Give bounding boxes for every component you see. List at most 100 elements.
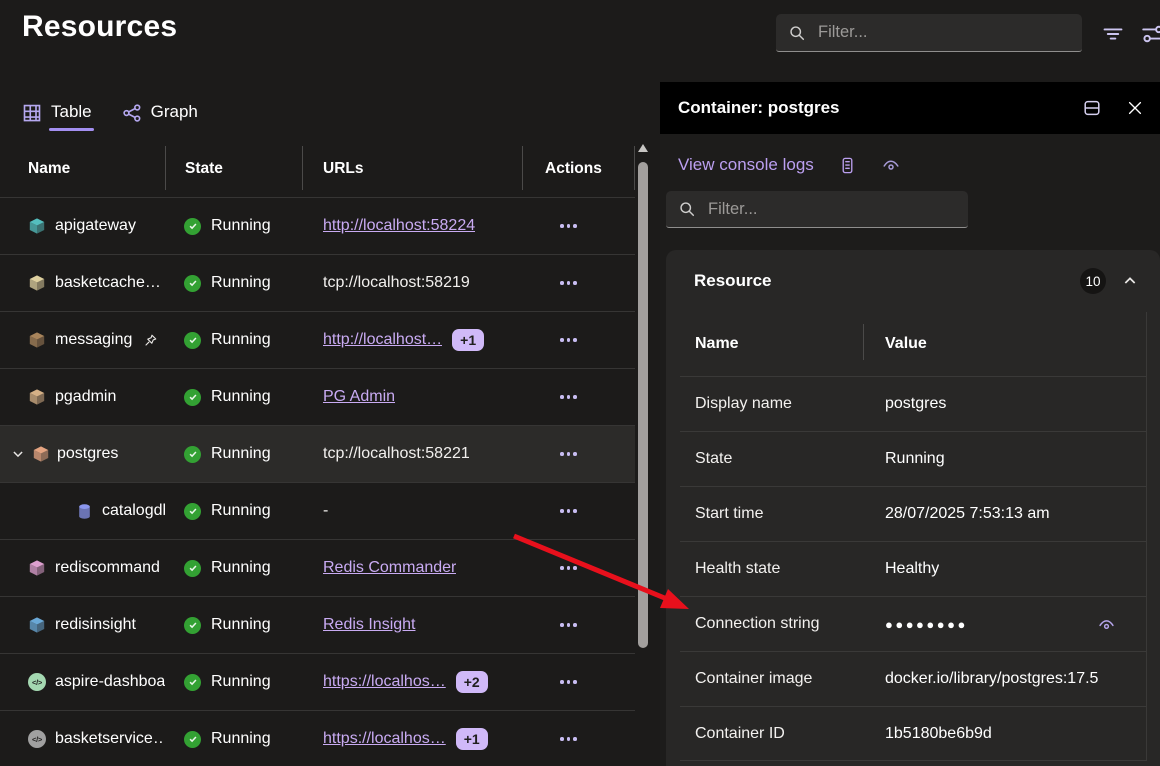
more-urls-badge[interactable]: +1 (456, 728, 488, 750)
more-actions-icon[interactable] (556, 731, 581, 747)
details-table: Name Value Display name postgres State R… (680, 312, 1147, 761)
chevron-down-icon[interactable] (11, 447, 25, 461)
console-log-icon[interactable] (838, 156, 857, 175)
resource-url-link[interactable]: https://localhos… (323, 673, 446, 691)
table-row-redisinsight[interactable]: redisinsight Running Redis Insight (0, 596, 635, 653)
table-scrollbar (636, 142, 650, 766)
col-name: Name (0, 140, 165, 197)
more-urls-badge[interactable]: +1 (452, 329, 484, 351)
detail-row-container-image[interactable]: Container image docker.io/library/postgr… (680, 651, 1146, 706)
tab-table-label: Table (51, 102, 92, 124)
running-check-icon (184, 389, 201, 406)
container-cube-icon (28, 616, 46, 634)
table-row-catalogdb[interactable]: catalogdb Running - (0, 482, 635, 539)
detail-row-display-name[interactable]: Display name postgres (680, 376, 1146, 431)
table-row-rediscommand[interactable]: rediscommand Running Redis Commander (0, 539, 635, 596)
more-actions-icon[interactable] (556, 446, 581, 462)
detail-value: docker.io/library/postgres:17.5 (885, 670, 1098, 688)
database-icon (76, 503, 93, 520)
running-check-icon (184, 674, 201, 691)
table-row-messaging[interactable]: messaging Running http://localhost… +1 (0, 311, 635, 368)
container-cube-icon (28, 331, 46, 349)
resource-state: Running (211, 502, 271, 520)
table-row-pgadmin[interactable]: pgadmin Running PG Admin (0, 368, 635, 425)
panel-filter-input-wrap (666, 191, 968, 228)
more-actions-icon[interactable] (556, 332, 581, 348)
more-actions-icon[interactable] (556, 503, 581, 519)
resource-url-link[interactable]: PG Admin (323, 388, 395, 406)
watch-eye-icon[interactable] (881, 155, 901, 175)
scrollbar-up-arrow[interactable] (638, 144, 648, 152)
resource-name: basketcache… (55, 274, 161, 292)
resources-table-header: Name State URLs Actions (0, 140, 635, 197)
table-row-postgres[interactable]: postgres Running tcp://localhost:58221 (0, 425, 635, 482)
detail-value: 28/07/2025 7:53:13 am (885, 505, 1050, 523)
details-table-header: Name Value (680, 312, 1146, 376)
more-actions-icon[interactable] (556, 389, 581, 405)
resource-url-link[interactable]: Redis Insight (323, 616, 416, 634)
resource-state: Running (211, 673, 271, 691)
detail-col-name: Name (680, 335, 863, 353)
masked-value: ●●●●●●●● (885, 617, 968, 632)
table-row-apigateway[interactable]: apigateway Running http://localhost:5822… (0, 197, 635, 254)
detail-row-state[interactable]: State Running (680, 431, 1146, 486)
col-state: State (165, 140, 302, 197)
close-icon[interactable] (1124, 97, 1146, 119)
table-row-basketservice[interactable]: </> basketservice… Running https://local… (0, 710, 635, 766)
search-icon (678, 200, 696, 218)
running-check-icon (184, 332, 201, 349)
tab-graph[interactable]: Graph (122, 102, 198, 124)
table-row-basketcache[interactable]: basketcache… Running tcp://localhost:582… (0, 254, 635, 311)
table-row-aspire-dashboard[interactable]: </> aspire-dashboar Running https://loca… (0, 653, 635, 710)
details-panel: Container: postgres View console logs Re… (660, 82, 1160, 766)
detail-col-value: Value (863, 312, 1146, 376)
running-check-icon (184, 446, 201, 463)
resource-section-header[interactable]: Resource 10 (666, 250, 1160, 312)
resource-state: Running (211, 274, 271, 292)
col-urls: URLs (302, 140, 522, 197)
more-actions-icon[interactable] (556, 617, 581, 633)
resource-name: messaging (55, 331, 132, 349)
resource-state: Running (211, 445, 271, 463)
settings-sliders-icon[interactable] (1140, 21, 1160, 47)
more-actions-icon[interactable] (556, 218, 581, 234)
resource-url-link[interactable]: http://localhost:58224 (323, 217, 475, 235)
detail-row-connection-string[interactable]: Connection string ●●●●●●●● (680, 596, 1146, 651)
resources-filter-input[interactable] (816, 22, 1070, 43)
more-actions-icon[interactable] (556, 674, 581, 690)
detail-row-health-state[interactable]: Health state Healthy (680, 541, 1146, 596)
running-check-icon (184, 560, 201, 577)
panel-title: Container: postgres (678, 98, 840, 118)
container-cube-icon (28, 388, 46, 406)
split-pane-icon[interactable] (1080, 96, 1104, 120)
tab-table[interactable]: Table (22, 102, 92, 124)
resource-state: Running (211, 217, 271, 235)
container-cube-icon (32, 445, 50, 463)
chevron-up-icon[interactable] (1122, 273, 1138, 289)
detail-row-container-id[interactable]: Container ID 1b5180be6b9d (680, 706, 1146, 761)
reveal-eye-icon[interactable] (1097, 615, 1116, 634)
more-urls-badge[interactable]: +2 (456, 671, 488, 693)
detail-row-start-time[interactable]: Start time 28/07/2025 7:53:13 am (680, 486, 1146, 541)
details-panel-header: Container: postgres (660, 82, 1160, 134)
console-logs-row: View console logs (678, 155, 1160, 175)
detail-value: Running (885, 450, 945, 468)
more-actions-icon[interactable] (556, 275, 581, 291)
resource-url-text: - (323, 502, 328, 520)
panel-filter-input[interactable] (706, 199, 956, 220)
resource-name: rediscommand (55, 559, 160, 577)
resources-filter-input-wrap (776, 14, 1082, 52)
pin-icon (143, 333, 158, 348)
running-check-icon (184, 617, 201, 634)
more-actions-icon[interactable] (556, 560, 581, 576)
scrollbar-thumb[interactable] (638, 162, 648, 648)
view-console-logs-link[interactable]: View console logs (678, 155, 814, 175)
filter-lines-icon[interactable] (1100, 21, 1126, 47)
resource-state: Running (211, 559, 271, 577)
resource-name: basketservice… (55, 730, 165, 748)
running-check-icon (184, 731, 201, 748)
search-icon (788, 24, 806, 42)
resource-url-link[interactable]: https://localhos… (323, 730, 446, 748)
resource-url-link[interactable]: Redis Commander (323, 559, 456, 577)
resource-url-link[interactable]: http://localhost… (323, 331, 442, 349)
